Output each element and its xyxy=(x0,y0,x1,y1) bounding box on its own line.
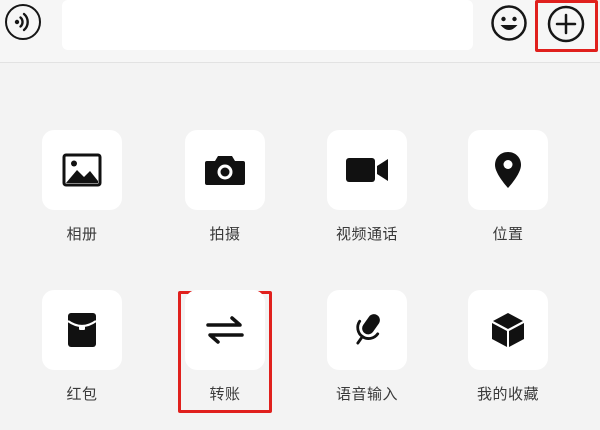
panel-item-label: 红包 xyxy=(66,385,98,403)
photo-icon xyxy=(62,153,102,187)
plus-icon xyxy=(547,5,585,43)
panel-item-label: 视频通话 xyxy=(335,225,398,243)
emoji-icon xyxy=(491,5,527,41)
location-icon xyxy=(495,152,521,188)
panel-item-label: 拍摄 xyxy=(209,225,241,243)
favorites-icon xyxy=(492,313,524,347)
transfer-icon xyxy=(206,316,244,344)
voice-input-tile[interactable] xyxy=(327,290,407,370)
panel-item-transfer[interactable]: 转账 xyxy=(175,290,275,430)
favorites-tile[interactable] xyxy=(468,290,548,370)
voice-icon xyxy=(14,12,29,32)
panel-item-favorites[interactable]: 我的收藏 xyxy=(458,290,558,430)
album-tile[interactable] xyxy=(42,130,122,210)
message-input[interactable] xyxy=(62,0,473,50)
video-call-icon xyxy=(346,158,388,182)
red-packet-tile[interactable] xyxy=(42,290,122,370)
panel-item-location[interactable]: 位置 xyxy=(458,130,558,270)
panel-item-voice-input[interactable]: 语音输入 xyxy=(317,290,417,430)
camera-tile[interactable] xyxy=(185,130,265,210)
red-packet-icon xyxy=(67,313,97,347)
panel-item-label: 语音输入 xyxy=(335,385,398,403)
panel-item-label: 转账 xyxy=(209,385,241,403)
chat-input-bar xyxy=(0,0,600,63)
panel-item-red-packet[interactable]: 红包 xyxy=(32,290,132,430)
more-button[interactable] xyxy=(546,4,586,44)
video-call-tile[interactable] xyxy=(327,130,407,210)
microphone-icon xyxy=(356,314,380,345)
emoji-button[interactable] xyxy=(490,4,528,42)
panel-item-album[interactable]: 相册 xyxy=(32,130,132,270)
transfer-tile[interactable] xyxy=(185,290,265,370)
panel-item-video-call[interactable]: 视频通话 xyxy=(317,130,417,270)
location-tile[interactable] xyxy=(468,130,548,210)
panel-item-label: 位置 xyxy=(492,225,524,243)
voice-button[interactable] xyxy=(5,4,41,40)
camera-icon xyxy=(205,156,245,185)
panel-item-label: 相册 xyxy=(66,225,98,243)
panel-item-label: 我的收藏 xyxy=(476,385,539,403)
panel-item-camera[interactable]: 拍摄 xyxy=(175,130,275,270)
